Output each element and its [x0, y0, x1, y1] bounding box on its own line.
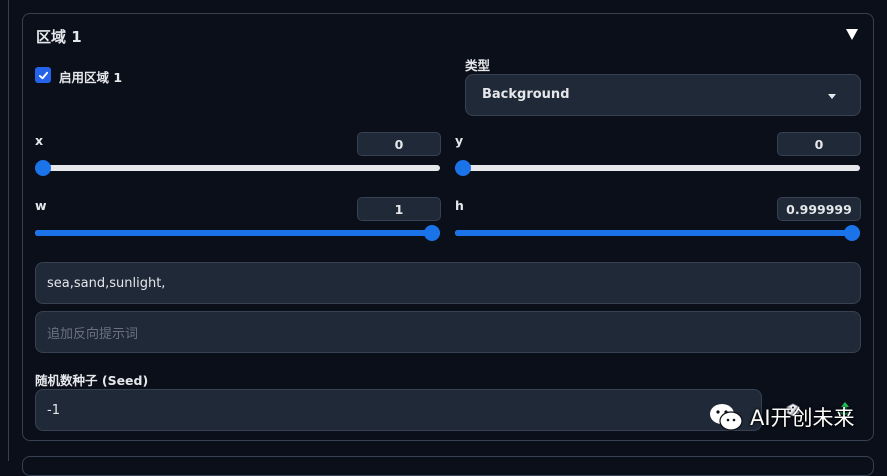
h-slider[interactable]: [455, 225, 860, 241]
x-slider[interactable]: [35, 160, 440, 176]
slider-thumb[interactable]: [424, 225, 440, 241]
enable-region-label[interactable]: 启用区域 1: [59, 67, 122, 86]
negative-prompt-input[interactable]: 追加反向提示词: [35, 311, 861, 353]
watermark-text: AI开创未来: [750, 406, 855, 430]
accordion-title[interactable]: 区域 1: [36, 26, 82, 47]
dropdown-arrow-icon: [828, 94, 836, 99]
type-dropdown[interactable]: Background: [465, 74, 861, 116]
wechat-icon: [710, 404, 743, 431]
x-label: x: [35, 133, 44, 148]
slider-thumb[interactable]: [455, 160, 471, 176]
w-number-input[interactable]: 1: [357, 197, 441, 221]
h-label: h: [455, 198, 464, 213]
slider-thumb[interactable]: [35, 160, 51, 176]
slider-track: [455, 165, 860, 171]
y-label: y: [455, 133, 464, 148]
slider-thumb[interactable]: [844, 225, 860, 241]
watermark: AI开创未来: [708, 402, 855, 432]
type-label: 类型: [465, 58, 491, 73]
w-label: w: [35, 198, 47, 213]
h-number-input[interactable]: 0.999999: [777, 197, 861, 221]
check-icon: [38, 71, 48, 79]
next-accordion: [22, 456, 874, 476]
slider-track: [35, 165, 440, 171]
y-slider[interactable]: [455, 160, 860, 176]
x-number-input[interactable]: 0: [357, 132, 441, 156]
w-slider[interactable]: [35, 225, 440, 241]
collapse-triangle-icon[interactable]: [845, 27, 859, 41]
y-number-input[interactable]: 0: [777, 132, 861, 156]
seed-label: 随机数种子 (Seed): [35, 373, 149, 388]
seed-input[interactable]: -1: [35, 389, 762, 431]
type-dropdown-value: Background: [482, 87, 570, 102]
enable-region-checkbox[interactable]: [35, 67, 51, 83]
slider-fill: [35, 230, 432, 236]
prompt-input[interactable]: sea,sand,sunlight,: [35, 262, 861, 304]
slider-fill: [455, 230, 852, 236]
